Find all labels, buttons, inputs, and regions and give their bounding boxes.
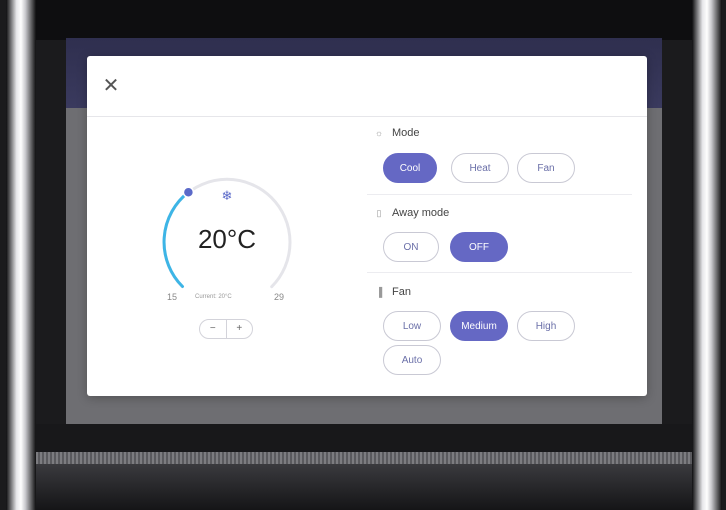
min-temperature-label: 15 [167,292,178,302]
increase-button[interactable]: + [227,320,253,338]
device-bezel-left [6,0,36,510]
thermostat-dialog: ✕ ❄ 20°C 15 Current: 20°C 29 − + ☼ Mode … [87,56,647,396]
temperature-stepper: − + [199,319,253,339]
snowflake-icon: ❄ [221,188,233,203]
fan-title-label: Fan [392,286,411,298]
fan-option-auto[interactable]: Auto [383,345,441,375]
device-bezel-right [692,0,722,510]
section-divider [367,272,632,273]
thermostat-dial[interactable]: ❄ 20°C [159,174,295,310]
fan-option-medium[interactable]: Medium [450,311,508,341]
max-temperature-label: 29 [274,292,285,302]
fan-option-high[interactable]: High [517,311,575,341]
device-frame-top [36,0,692,40]
mode-option-fan[interactable]: Fan [517,153,575,183]
dialog-header: ✕ [87,56,647,117]
decrease-button[interactable]: − [200,320,227,338]
mode-option-heat[interactable]: Heat [451,153,509,183]
device-base [36,464,692,510]
away-option-on[interactable]: ON [383,232,439,262]
thermostat-icon: ☼ [374,128,384,138]
away-title-label: Away mode [392,207,450,219]
door-icon: ▯ [376,207,382,218]
close-icon[interactable]: ✕ [101,76,121,96]
away-option-off[interactable]: OFF [450,232,508,262]
temperature-value: 20°C [197,224,257,254]
mode-option-cool[interactable]: Cool [383,153,437,183]
mode-section-title: ☼ Mode [374,127,420,139]
fan-option-low[interactable]: Low [383,311,441,341]
away-section-title: ▯ Away mode [374,207,450,219]
section-divider [367,194,632,195]
device-speaker-grille [36,452,692,464]
signal-bars-icon: ▐ [375,287,383,297]
current-temperature-label: Current: 20°C [195,294,232,300]
fan-section-title: ▐ Fan [374,286,411,298]
mode-title-label: Mode [392,127,420,139]
device-lower-bezel [36,424,692,452]
